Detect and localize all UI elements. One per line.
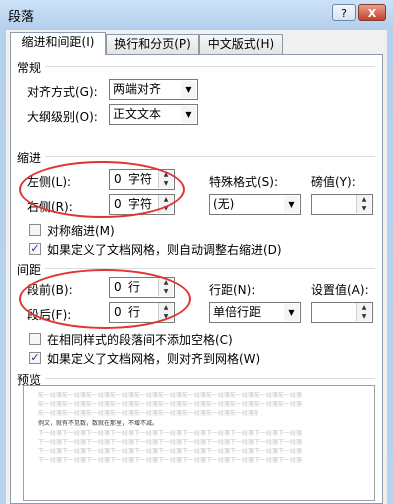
line-spacing-select[interactable]: 单倍行距 ▼	[209, 302, 301, 323]
no-space-same-style-checkbox[interactable]	[29, 333, 41, 345]
section-indent-heading: 缩进	[17, 151, 42, 165]
chevron-down-icon[interactable]: ▼	[284, 304, 299, 321]
indent-by-label: 磅值(Y):	[311, 175, 356, 189]
spacing-at-spinner[interactable]: ▲ ▼	[311, 302, 373, 323]
no-space-same-style-label: 在相同样式的段落间不添加空格(C)	[47, 333, 233, 347]
special-indent-label: 特殊格式(S):	[209, 175, 279, 189]
divider	[45, 156, 375, 157]
alignment-label: 对齐方式(G):	[27, 85, 98, 99]
tab-asian-typography[interactable]: 中文版式(H)	[199, 34, 283, 54]
spacing-at-label: 设置值(A):	[311, 283, 369, 297]
preview-previous-line: 前一段落前一段落前一段落前一段落前一段落前一段落前一段落前一段落前一段落前一段落…	[38, 401, 303, 408]
highlight-circle-indent	[19, 161, 185, 218]
dialog-title: 段落	[8, 10, 35, 25]
spin-up-icon[interactable]: ▲	[356, 195, 371, 204]
section-spacing-heading: 间距	[17, 263, 42, 277]
section-general-heading: 常规	[17, 61, 42, 75]
close-button[interactable]: X	[358, 4, 386, 21]
line-spacing-label: 行距(N):	[209, 283, 256, 297]
auto-adjust-indent-checkbox[interactable]: ✓	[29, 243, 41, 255]
paragraph-preview: 前一段落前一段落前一段落前一段落前一段落前一段落前一段落前一段落前一段落前一段落…	[23, 385, 375, 501]
outline-level-select[interactable]: 正文文本 ▼	[109, 104, 198, 125]
alignment-select[interactable]: 两端对齐 ▼	[109, 79, 198, 100]
highlight-circle-spacing	[19, 269, 191, 329]
line-spacing-value: 单倍行距	[213, 305, 262, 319]
preview-next-line: 下一段落下一段落下一段落下一段落下一段落下一段落下一段落下一段落下一段落下一段落…	[38, 448, 303, 455]
divider	[45, 66, 375, 67]
snap-to-grid-label: 如果定义了文档网格，则对齐到网格(W)	[47, 352, 261, 366]
divider	[45, 378, 375, 379]
special-indent-value: (无)	[213, 197, 235, 211]
chevron-down-icon[interactable]: ▼	[181, 106, 196, 123]
chevron-down-icon[interactable]: ▼	[181, 81, 196, 98]
preview-next-line: 下一段落下一段落下一段落下一段落下一段落下一段落下一段落下一段落下一段落下一段落…	[38, 439, 303, 446]
outline-level-label: 大纲级别(O):	[27, 110, 98, 124]
outline-level-value: 正文文本	[113, 107, 162, 121]
preview-next-line: 下一段落下一段落下一段落下一段落下一段落下一段落下一段落下一段落下一段落下一段落…	[38, 430, 303, 437]
title-bar[interactable]: 段落 ? X	[0, 0, 393, 28]
dialog-body: 缩进和间距(I) 换行和分页(P) 中文版式(H) 常规 对齐方式(G): 两端…	[6, 30, 387, 504]
snap-to-grid-checkbox[interactable]: ✓	[29, 352, 41, 364]
indent-by-spinner[interactable]: ▲ ▼	[311, 194, 373, 215]
auto-adjust-indent-label: 如果定义了文档网格，则自动调整右缩进(D)	[47, 243, 282, 257]
tab-indents-and-spacing[interactable]: 缩进和间距(I)	[10, 32, 106, 55]
tab-line-and-page-breaks[interactable]: 换行和分页(P)	[106, 34, 199, 54]
help-button[interactable]: ?	[332, 4, 356, 21]
spin-down-icon[interactable]: ▼	[356, 312, 371, 321]
preview-next-line: 下一段落下一段落下一段落下一段落下一段落下一段落下一段落下一段落下一段落下一段落…	[38, 457, 303, 464]
spin-up-icon[interactable]: ▲	[356, 303, 371, 312]
preview-current-paragraph: 例文，就有不见数，数就在那里，不增不减。	[38, 420, 159, 427]
paragraph-dialog: 段落 ? X 缩进和间距(I) 换行和分页(P) 中文版式(H) 常规 对齐方式…	[0, 0, 393, 504]
special-indent-select[interactable]: (无) ▼	[209, 194, 301, 215]
preview-previous-line: 前一段落前一段落前一段落前一段落前一段落前一段落前一段落前一段落前一段落前一段落…	[38, 410, 258, 417]
mirror-indents-label: 对称缩进(M)	[47, 224, 115, 238]
mirror-indents-checkbox[interactable]	[29, 224, 41, 236]
chevron-down-icon[interactable]: ▼	[284, 196, 299, 213]
preview-previous-line: 前一段落前一段落前一段落前一段落前一段落前一段落前一段落前一段落前一段落前一段落…	[38, 392, 303, 399]
spin-down-icon[interactable]: ▼	[356, 204, 371, 213]
alignment-value: 两端对齐	[113, 82, 162, 96]
tab-panel: 常规 对齐方式(G): 两端对齐 ▼ 大纲级别(O): 正文文本 ▼ 缩进 左侧…	[10, 54, 383, 504]
